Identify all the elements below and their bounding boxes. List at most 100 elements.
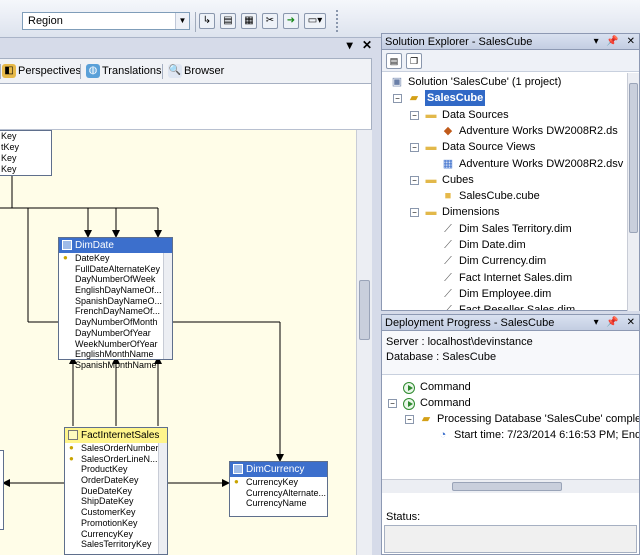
chevron-down-icon[interactable]: ▼ [175, 13, 189, 29]
tree-item-label: Dim Currency.dim [459, 255, 547, 268]
toolbar-grip[interactable] [336, 10, 340, 32]
deployment-progress-title[interactable]: Deployment Progress - SalesCube ▾ 📌 ✕ [382, 315, 639, 331]
tree-item-label: Command [420, 397, 471, 409]
table-column-row[interactable]: DayNumberOfYear [59, 328, 172, 339]
table-column-row[interactable]: PromotionKey [65, 518, 167, 529]
pane-menu-icon[interactable]: ▾ [594, 36, 599, 47]
table-column-row[interactable]: CustomerKey [65, 507, 167, 518]
close-icon[interactable]: ✕ [362, 38, 372, 52]
cube-designer: ▾ ✕ ◧ Perspectives ◍ Translations 🔍 Brow… [0, 38, 378, 555]
deployment-progress-pane: Deployment Progress - SalesCube ▾ 📌 ✕ Se… [381, 314, 640, 555]
collapse-icon[interactable]: − [393, 94, 402, 104]
table-column-row[interactable]: OrderDateKey [65, 475, 167, 486]
table-column-row[interactable]: WeekNumberOfYear [59, 339, 172, 350]
partial-table-left[interactable] [0, 450, 4, 530]
tree-item-label: Dimensions [442, 206, 500, 219]
table-row: Key [1, 153, 17, 163]
partial-table[interactable]: Key tKey Key Key [0, 130, 52, 176]
table-header[interactable]: DimCurrency [230, 462, 327, 477]
solution-tree-scrollbar[interactable] [627, 73, 639, 311]
table-column-row[interactable]: FullDateAlternateKey [59, 264, 172, 275]
tree-item-label: SalesCube.cube [459, 190, 540, 203]
tab-browser[interactable]: 🔍 Browser [166, 62, 224, 81]
pin-icon[interactable]: 📌 [606, 317, 618, 328]
drillthrough-icon[interactable]: ↳ [199, 13, 215, 29]
table-column-row[interactable]: ● SalesOrderNumber [65, 443, 167, 454]
tree-item-label: Dim Employee.dim [459, 287, 552, 300]
globe-icon: ◍ [86, 64, 100, 78]
tree-item-label: Command [420, 381, 471, 393]
import-icon[interactable]: ➜ [283, 13, 299, 29]
scrollbar-thumb[interactable] [359, 280, 370, 340]
factinternetsales-table[interactable]: FactInternetSales ● SalesOrderNumber ● Sale… [64, 427, 168, 555]
close-icon[interactable]: ✕ [627, 36, 635, 47]
dimcurrency-table[interactable]: DimCurrency ● CurrencyKey CurrencyAlternat… [229, 461, 328, 517]
table-header[interactable]: FactInternetSales [65, 428, 167, 443]
table-column-row[interactable]: ● SalesOrderLineN... [65, 454, 167, 465]
tab-separator [162, 64, 163, 79]
cube-icon: ■ [444, 190, 452, 203]
pane-title-text: Deployment Progress - SalesCube [385, 317, 555, 329]
tab-translations[interactable]: ◍ Translations [84, 62, 162, 81]
go-icon [402, 380, 416, 394]
column-name: SalesOrderLineN... [81, 453, 158, 464]
collapse-icon[interactable]: − [410, 208, 419, 218]
tree-item-label: Start time: 7/23/2014 6:16:53 PM; End ti… [454, 429, 639, 441]
table-column-row[interactable]: SpanishDayNameO... [59, 296, 172, 307]
table-scrollbar[interactable] [158, 443, 167, 554]
collapse-icon[interactable]: − [405, 415, 414, 424]
solution-explorer-title[interactable]: Solution Explorer - SalesCube ▾ 📌 ✕ [382, 34, 639, 50]
collapse-icon[interactable]: − [410, 175, 419, 185]
table-column-row[interactable]: FrenchDayNameOf... [59, 306, 172, 317]
close-icon[interactable]: ✕ [627, 317, 635, 328]
table-column-row[interactable]: DayNumberOfMonth [59, 317, 172, 328]
show-all-files-icon[interactable]: ❐ [406, 53, 422, 69]
table-column-row[interactable]: CurrencyKey [65, 529, 167, 540]
tree-item-label: Data Sources [442, 108, 509, 121]
table-column-row[interactable]: CurrencyName [230, 498, 327, 509]
collapse-icon[interactable]: − [388, 399, 397, 408]
go-icon [402, 396, 416, 410]
tools-icon[interactable]: ✂ [262, 13, 278, 29]
column-name: DayNumberOfMonth [75, 317, 158, 328]
table-column-row[interactable]: DayNumberOfWeek [59, 274, 172, 285]
scrollbar-thumb[interactable] [629, 83, 638, 233]
status-box [384, 525, 637, 553]
table-header[interactable]: DimDate [59, 238, 172, 253]
table-column-row[interactable]: ● CurrencyKey [230, 477, 327, 488]
dimdate-table[interactable]: DimDate ● DateKey FullDateAlternateKey DayN… [58, 237, 173, 370]
document-list-icon[interactable]: ▾ [347, 38, 353, 52]
pane-menu-icon[interactable]: ▾ [594, 317, 599, 328]
table-column-row[interactable]: EnglishDayNameOf... [59, 285, 172, 296]
scrollbar-thumb[interactable] [452, 482, 562, 491]
collapse-icon[interactable]: − [410, 110, 419, 120]
dsv-icon: ▦ [442, 157, 454, 170]
column-name: CurrencyKey [81, 528, 134, 539]
deployment-horizontal-scrollbar[interactable] [382, 479, 639, 493]
table-column-row[interactable]: ProductKey [65, 464, 167, 475]
collapse-icon[interactable]: − [410, 143, 419, 153]
canvas-vertical-scrollbar[interactable] [356, 130, 372, 555]
table-column-row[interactable]: SalesTerritoryKey [65, 539, 167, 550]
table-icon[interactable]: ▦ [241, 13, 257, 29]
deployment-info: Server : localhost\devinstance Database … [382, 331, 639, 375]
properties-icon[interactable]: ▤ [220, 13, 236, 29]
tree-item-label: SalesCube [425, 90, 486, 107]
table-column-row[interactable]: SpanishMonthName [59, 360, 172, 371]
pin-icon[interactable]: 📌 [606, 36, 618, 47]
table-column-row[interactable]: ● DateKey [59, 253, 172, 264]
table-column-row[interactable]: EnglishMonthName [59, 349, 172, 360]
dsv-diagram-canvas[interactable]: Key tKey Key Key DimDate ● DateKey FullDat… [0, 130, 356, 555]
table-column-row[interactable]: CurrencyAlternate... [230, 488, 327, 499]
tab-label: Browser [184, 65, 225, 77]
table-column-row[interactable]: ShipDateKey [65, 496, 167, 507]
table-column-row[interactable]: DueDateKey [65, 486, 167, 497]
tree-item-label: Fact Reseller Sales.dim [459, 302, 575, 310]
solution-icon: ▣ [391, 76, 403, 88]
tab-perspectives[interactable]: ◧ Perspectives [0, 62, 81, 81]
window-icon[interactable]: ▭▾ [304, 13, 326, 29]
properties-icon[interactable]: ▤ [386, 53, 402, 69]
column-name: DateKey [75, 253, 110, 263]
region-combobox[interactable]: Region ▼ [22, 12, 190, 30]
table-scrollbar[interactable] [163, 253, 172, 359]
